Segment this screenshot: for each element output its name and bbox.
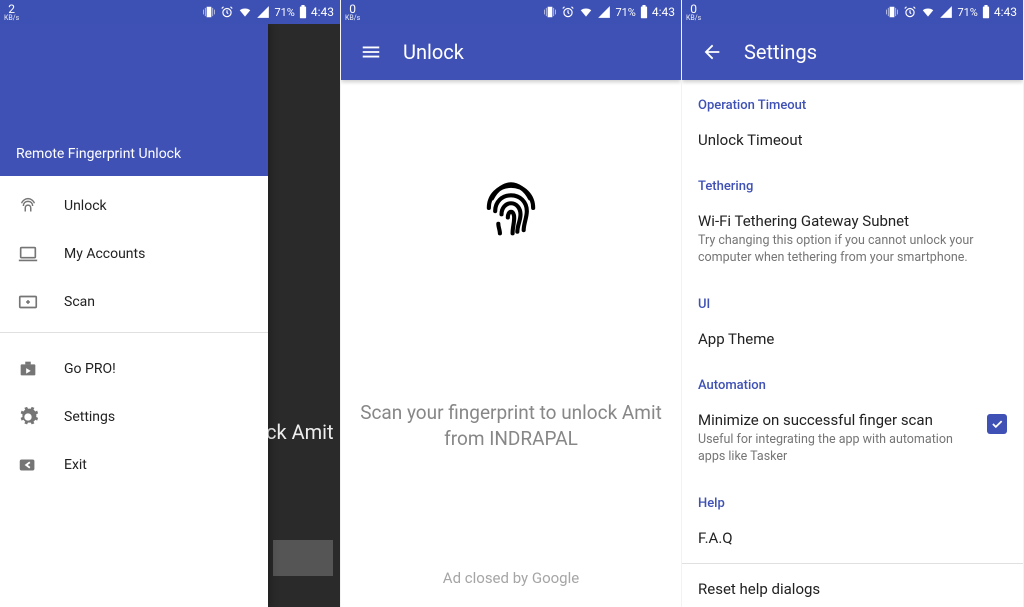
drawer-item-label: My Accounts (64, 246, 145, 262)
battery-icon (299, 5, 307, 19)
clock-text: 4:43 (994, 5, 1017, 19)
setting-title: Wi-Fi Tethering Gateway Subnet (698, 212, 1007, 230)
setting-unlock-timeout[interactable]: Unlock Timeout (698, 119, 1007, 161)
setting-title: Reset help dialogs (698, 580, 1007, 598)
alarm-icon (220, 5, 234, 19)
settings-divider (682, 563, 1023, 564)
status-bar: 2 KB/s 71% 4:43 (0, 0, 340, 24)
appbar: Settings (682, 24, 1023, 80)
drawer-item-settings[interactable]: Settings (0, 393, 268, 441)
drawer-list-secondary: Go PRO! Settings Exit (0, 339, 268, 489)
laptop-icon (16, 242, 40, 266)
vibrate-icon (543, 5, 557, 19)
setting-title: Minimize on successful finger scan (698, 411, 977, 429)
appbar-title: Unlock (403, 40, 464, 64)
drawer-divider (0, 332, 268, 333)
settings-body[interactable]: Operation Timeout Unlock Timeout Tetheri… (682, 80, 1023, 607)
settings-root: Settings Operation Timeout Unlock Timeou… (682, 24, 1023, 607)
clock-text: 4:43 (652, 5, 675, 19)
checkbox-checked[interactable] (987, 414, 1007, 434)
net-speed: 0 KB/s (686, 3, 701, 22)
wifi-icon (579, 5, 593, 19)
section-header-tethering: Tethering (698, 179, 1007, 194)
section-header-help: Help (698, 496, 1007, 511)
signal-icon (256, 5, 270, 19)
wifi-icon (238, 5, 252, 19)
signal-icon (939, 5, 953, 19)
drawer-item-unlock[interactable]: Unlock (0, 182, 268, 230)
status-bar: 0 KB/s 71% 4:43 (341, 0, 681, 24)
ad-notice[interactable]: Ad closed by Google (443, 569, 579, 587)
alarm-icon (903, 5, 917, 19)
battery-text: 71% (274, 6, 294, 19)
setting-reset-help[interactable]: Reset help dialogs (698, 568, 1007, 607)
section-header-ui: UI (698, 297, 1007, 312)
ad-text: Ad closed by Google (443, 569, 579, 587)
drawer-header: Remote Fingerprint Unlock (0, 24, 268, 176)
section-header-automation: Automation (698, 378, 1007, 393)
setting-title: App Theme (698, 330, 1007, 348)
unlock-prompt: Scan your fingerprint to unlock Amit fro… (341, 400, 681, 451)
setting-subtitle: Try changing this option if you cannot u… (698, 233, 1007, 267)
setting-title: F.A.Q (698, 529, 1007, 547)
screen-settings: 0 KB/s 71% 4:43 Settings Operation Timeo… (682, 0, 1024, 607)
screen-drawer: 2 KB/s 71% 4:43 ck Amit Remote Fingerpri… (0, 0, 341, 607)
section-header-timeout: Operation Timeout (698, 98, 1007, 113)
drawer-item-label: Scan (64, 294, 95, 310)
hamburger-icon (360, 41, 382, 63)
net-speed: 0 KB/s (345, 3, 360, 22)
drawer-item-label: Unlock (64, 198, 107, 214)
appbar-title: Settings (744, 40, 817, 64)
drawer-item-label: Exit (64, 457, 87, 473)
setting-faq[interactable]: F.A.Q (698, 517, 1007, 559)
drawer-item-gopro[interactable]: Go PRO! (0, 345, 268, 393)
vibrate-icon (885, 5, 899, 19)
drawer-list-primary: Unlock My Accounts Scan (0, 176, 268, 326)
check-icon (990, 417, 1004, 431)
scan-icon (16, 290, 40, 314)
drawer-item-accounts[interactable]: My Accounts (0, 230, 268, 278)
unlock-body: Scan your fingerprint to unlock Amit fro… (341, 80, 681, 607)
wifi-icon (921, 5, 935, 19)
battery-text: 71% (957, 6, 977, 19)
background-button-snippet (273, 540, 333, 576)
nav-drawer: Remote Fingerprint Unlock Unlock My Acco… (0, 24, 268, 607)
clock-text: 4:43 (311, 5, 334, 19)
menu-button[interactable] (351, 32, 391, 72)
arrow-back-icon (701, 41, 723, 63)
fingerprint-icon (473, 170, 549, 250)
screen-unlock: 0 KB/s 71% 4:43 Unlock (341, 0, 682, 607)
setting-subtitle: Useful for integrating the app with auto… (698, 432, 977, 466)
exit-icon (16, 453, 40, 477)
net-speed: 2 KB/s (4, 3, 19, 22)
signal-icon (597, 5, 611, 19)
fingerprint-icon (16, 194, 40, 218)
gear-icon (16, 405, 40, 429)
setting-title: Unlock Timeout (698, 131, 1007, 149)
drawer-item-label: Go PRO! (64, 361, 116, 377)
setting-app-theme[interactable]: App Theme (698, 318, 1007, 360)
unlock-root: Unlock Scan your fingerprint to unlock A… (341, 24, 681, 607)
back-button[interactable] (692, 32, 732, 72)
appbar: Unlock (341, 24, 681, 80)
battery-icon (982, 5, 990, 19)
vibrate-icon (202, 5, 216, 19)
status-bar: 0 KB/s 71% 4:43 (682, 0, 1023, 24)
battery-icon (640, 5, 648, 19)
drawer-title: Remote Fingerprint Unlock (16, 146, 181, 162)
drawer-item-label: Settings (64, 409, 115, 425)
drawer-item-exit[interactable]: Exit (0, 441, 268, 489)
setting-tethering-subnet[interactable]: Wi-Fi Tethering Gateway Subnet Try chang… (698, 200, 1007, 279)
setting-minimize-on-scan[interactable]: Minimize on successful finger scan Usefu… (698, 399, 1007, 478)
background-text-snippet: ck Amit (260, 380, 340, 484)
alarm-icon (561, 5, 575, 19)
drawer-item-scan[interactable]: Scan (0, 278, 268, 326)
battery-text: 71% (615, 6, 635, 19)
pro-icon (16, 357, 40, 381)
